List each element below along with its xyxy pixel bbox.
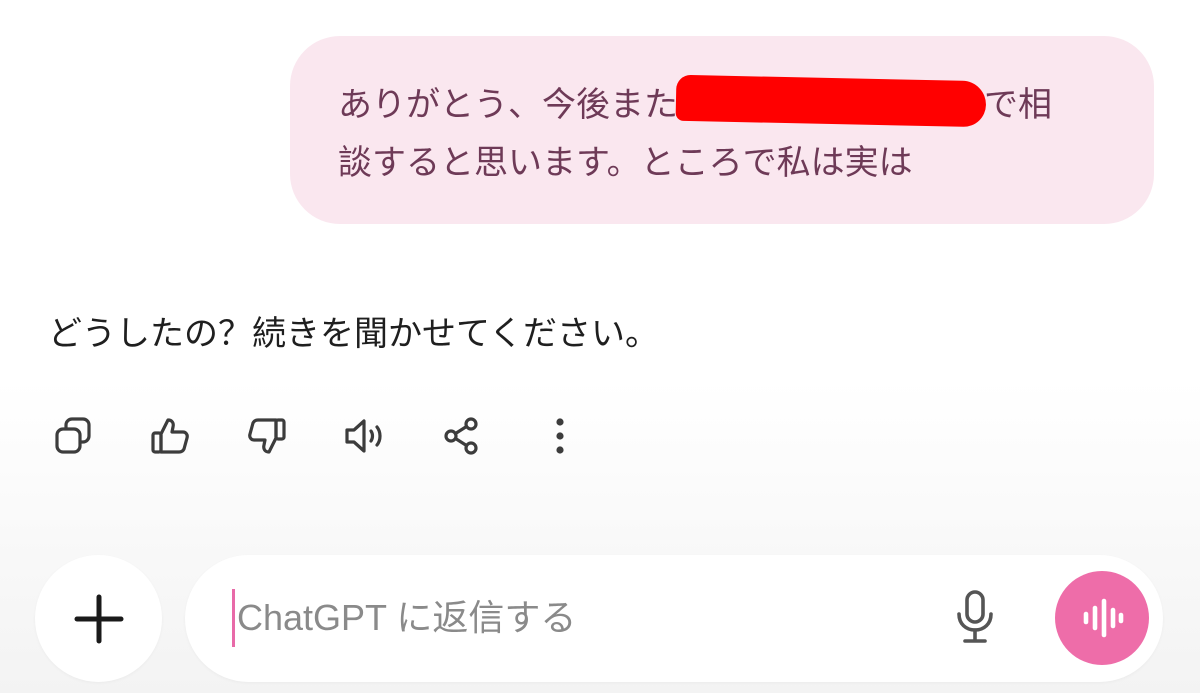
assistant-message: どうしたの？続きを聞かせてください。 bbox=[48, 314, 659, 354]
share-icon bbox=[444, 417, 478, 455]
dictation-button[interactable] bbox=[945, 585, 1005, 651]
more-vertical-icon bbox=[556, 418, 564, 454]
user-message-line-2: 談すると思います。ところで私は実は bbox=[338, 143, 913, 183]
add-attachment-button[interactable] bbox=[35, 555, 162, 682]
more-options-button[interactable] bbox=[535, 410, 585, 462]
voice-mode-button[interactable] bbox=[1055, 571, 1149, 665]
user-message-text-start: ありがとう、今後また bbox=[338, 85, 678, 125]
thumbs-up-button[interactable] bbox=[145, 410, 195, 462]
redaction-mark bbox=[675, 74, 987, 128]
message-input[interactable] bbox=[237, 585, 917, 651]
thumbs-down-button[interactable] bbox=[242, 410, 292, 462]
plus-icon bbox=[74, 594, 123, 643]
composer bbox=[185, 555, 1163, 682]
copy-button[interactable] bbox=[48, 410, 98, 462]
voice-waveform-icon bbox=[1083, 598, 1124, 638]
read-aloud-button[interactable] bbox=[339, 410, 389, 462]
share-button[interactable] bbox=[436, 410, 486, 462]
speaker-icon bbox=[345, 419, 382, 453]
user-message-text-end: で相 bbox=[984, 85, 1052, 125]
user-message-line-1: ありがとう、今後また で相 bbox=[338, 74, 1052, 128]
thumbs-down-icon bbox=[248, 418, 286, 454]
copy-icon bbox=[55, 417, 91, 454]
text-caret bbox=[232, 589, 235, 647]
mic-icon bbox=[957, 590, 993, 643]
user-message-bubble: ありがとう、今後また で相 談すると思います。ところで私は実は bbox=[290, 36, 1154, 224]
thumbs-up-icon bbox=[151, 418, 189, 454]
